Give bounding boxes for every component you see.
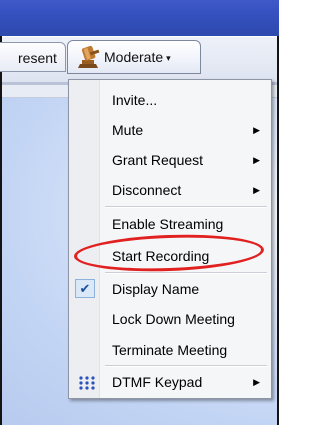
menu-item-label: Terminate Meeting: [112, 342, 228, 358]
keypad-icon: [78, 374, 96, 390]
menu-item-label: Display Name: [112, 281, 200, 297]
menu-item-label: Mute: [112, 122, 144, 138]
tab-present-label: resent: [18, 50, 57, 66]
menu-item-label: Enable Streaming: [112, 216, 224, 232]
submenu-arrow-icon: ▶: [253, 125, 260, 135]
menu-item-display-name[interactable]: ✔ Display Name: [70, 277, 270, 301]
submenu-arrow-icon: ▶: [253, 185, 260, 195]
menu-separator: [105, 206, 267, 208]
tab-present[interactable]: resent: [0, 42, 66, 72]
submenu-arrow-icon: ▶: [253, 155, 260, 165]
menu-item-grant-request[interactable]: Grant Request ▶: [70, 148, 270, 172]
menu-item-mute[interactable]: Mute ▶: [70, 118, 270, 142]
chevron-down-icon: ▾: [166, 53, 171, 63]
menu-item-disconnect[interactable]: Disconnect ▶: [70, 178, 270, 202]
gavel-icon: [76, 44, 100, 70]
submenu-arrow-icon: ▶: [253, 377, 260, 387]
menu-item-label: Grant Request: [112, 152, 204, 168]
menu-separator: [105, 272, 267, 274]
menu-item-invite[interactable]: Invite...: [70, 88, 270, 112]
menu-item-label: Disconnect: [112, 182, 182, 198]
menu-item-label: DTMF Keypad: [112, 374, 203, 390]
menu-item-lock-down-meeting[interactable]: Lock Down Meeting: [70, 307, 270, 331]
menu-item-label: Lock Down Meeting: [112, 311, 235, 327]
tab-moderate-label: Moderate: [104, 49, 164, 65]
menu-item-dtmf-keypad[interactable]: DTMF Keypad ▶: [70, 370, 270, 394]
menu-item-label: Invite...: [112, 92, 158, 108]
title-bar: [0, 0, 279, 36]
menu-item-terminate-meeting[interactable]: Terminate Meeting: [70, 338, 270, 362]
menu-item-enable-streaming[interactable]: Enable Streaming: [70, 212, 270, 236]
app-window: resent Moderate ▾ Invite... Mute ▶ Grant…: [0, 0, 279, 425]
tab-moderate[interactable]: Moderate ▾: [67, 40, 201, 74]
menu-separator: [105, 365, 267, 367]
checkmark-icon: ✔: [75, 279, 95, 298]
